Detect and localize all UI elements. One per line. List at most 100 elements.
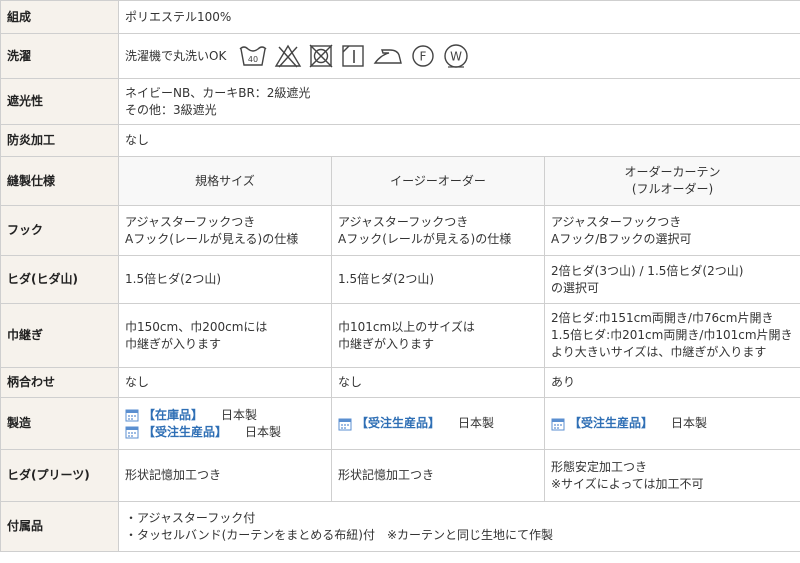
order-item: 【受注生産品】 日本製 [551, 415, 794, 432]
pattern-full: あり [543, 367, 800, 398]
blackout-value: ネイビーNB、カーキBR：2級遮光 その他：3級遮光 [117, 78, 800, 125]
col-full-order-line-1: オーダーカーテン [624, 165, 721, 179]
wash-40-icon: 40 [239, 46, 267, 66]
composition-label: 組成 [0, 0, 119, 34]
pleat-easy: 1.5倍ヒダ(2つ山) [331, 255, 545, 304]
product-spec-table: 組成 ポリエステル100% 洗濯 洗濯機で丸洗いOK 40 F W 遮光性 ネイ… [0, 0, 800, 552]
row-seam: 巾継ぎ 巾150cm、巾200cmには 巾継ぎが入ります 巾101cm以上のサイ… [0, 303, 800, 368]
line-dry-shade-icon [342, 45, 364, 67]
fireproof-value: なし [117, 124, 800, 157]
row-composition: 組成 ポリエステル100% [0, 0, 800, 34]
col-easy-order: イージーオーダー [331, 156, 545, 206]
seam-easy-line-2: 巾継ぎが入ります [338, 336, 435, 351]
hook-full-line-2: Aフック/Bフックの選択可 [551, 231, 692, 246]
pleat-full-line-2: の選択可 [551, 280, 600, 295]
wash-temp: 40 [248, 55, 258, 64]
accessories-line-2: ・タッセルバンド(カーテンをまとめる布紐)付 ※カーテンと同じ生地にて作製 [125, 527, 554, 542]
wet-clean-w-icon: W [444, 44, 468, 68]
dry-clean-f-icon: F [412, 45, 434, 67]
pleats-shape-full: 形態安定加工つき ※サイズによっては加工不可 [543, 449, 800, 502]
order-origin: 日本製 [671, 416, 708, 430]
blackout-line-1: ネイビーNB、カーキBR：2級遮光 [125, 85, 311, 100]
row-hook: フック アジャスターフックつき Aフック(レールが見える)の仕様 アジャスターフ… [0, 205, 800, 256]
seam-standard: 巾150cm、巾200cmには 巾継ぎが入ります [118, 303, 332, 368]
accessories-label: 付属品 [0, 501, 119, 552]
pleat-full: 2倍ヒダ(3つ山) / 1.5倍ヒダ(2つ山) の選択可 [543, 255, 800, 304]
order-item: 【受注生産品】 日本製 [338, 415, 538, 432]
blackout-label: 遮光性 [0, 78, 119, 125]
hook-standard: アジャスターフックつき Aフック(レールが見える)の仕様 [118, 205, 332, 256]
seam-standard-line-1: 巾150cm、巾200cmには [125, 319, 268, 334]
row-fireproof: 防炎加工 なし [0, 124, 800, 157]
order-tag: 【受注生産品】 [569, 416, 654, 430]
seam-easy-line-1: 巾101cm以上のサイズは [338, 319, 475, 334]
stock-origin: 日本製 [221, 407, 258, 422]
seam-full-line-1: 2倍ヒダ:巾151cm両開き/巾76cm片開き [551, 311, 774, 325]
order-origin: 日本製 [245, 424, 282, 439]
pleats-shape-standard: 形状記憶加工つき [118, 449, 332, 502]
row-pattern: 柄合わせ なし なし あり [0, 367, 800, 398]
row-pleats-shape: ヒダ(プリーツ) 形状記憶加工つき 形状記憶加工つき 形態安定加工つき ※サイズ… [0, 449, 800, 502]
order-item: 【受注生産品】 日本製 [125, 424, 325, 441]
accessories-line-1: ・アジャスターフック付 [125, 510, 256, 525]
stock-tag: 【在庫品】 [143, 407, 204, 422]
pleats-shape-full-line-2: ※サイズによっては加工不可 [551, 476, 704, 491]
calendar-icon [338, 418, 352, 430]
order-tag: 【受注生産品】 [143, 424, 228, 439]
stock-item: 【在庫品】 日本製 [125, 407, 325, 424]
svg-text:F: F [420, 50, 427, 64]
washing-value: 洗濯機で丸洗いOK [125, 48, 227, 63]
accessories-value: ・アジャスターフック付 ・タッセルバンド(カーテンをまとめる布紐)付 ※カーテン… [117, 501, 800, 552]
hook-easy-line-1: アジャスターフックつき [338, 214, 469, 229]
col-full-order: オーダーカーテン (フルオーダー) [543, 156, 800, 206]
seam-full-line-2: 1.5倍ヒダ:巾201cm両開き/巾101cm片開き [551, 328, 793, 342]
row-accessories: 付属品 ・アジャスターフック付 ・タッセルバンド(カーテンをまとめる布紐)付 ※… [0, 501, 800, 552]
manufacture-easy: 【受注生産品】 日本製 [331, 397, 545, 450]
care-icons: 40 F W [238, 42, 470, 70]
seam-full-line-3: より大きいサイズは、巾継ぎが入ります [551, 345, 767, 359]
washing-cell: 洗濯機で丸洗いOK 40 F W [117, 33, 800, 79]
row-manufacture: 製造 【在庫品】 日本製 【受注生産品】 日本製 【受注生産品】 日本製 【受注… [0, 397, 800, 450]
pleat-label: ヒダ(ヒダ山) [0, 255, 119, 304]
pattern-label: 柄合わせ [0, 367, 119, 398]
order-tag: 【受注生産品】 [356, 416, 441, 430]
pattern-easy: なし [331, 367, 545, 398]
pleat-standard: 1.5倍ヒダ(2つ山) [118, 255, 332, 304]
pattern-standard: なし [118, 367, 332, 398]
col-standard-size: 規格サイズ [118, 156, 332, 206]
calendar-icon [125, 409, 139, 422]
pleats-shape-label: ヒダ(プリーツ) [0, 449, 119, 502]
blackout-line-2: その他：3級遮光 [125, 102, 217, 117]
manufacture-standard: 【在庫品】 日本製 【受注生産品】 日本製 [118, 397, 332, 450]
seam-full: 2倍ヒダ:巾151cm両開き/巾76cm片開き 1.5倍ヒダ:巾201cm両開き… [543, 303, 800, 368]
no-bleach-icon [274, 44, 302, 68]
row-pleat: ヒダ(ヒダ山) 1.5倍ヒダ(2つ山) 1.5倍ヒダ(2つ山) 2倍ヒダ(3つ山… [0, 255, 800, 304]
hook-easy: アジャスターフックつき Aフック(レールが見える)の仕様 [331, 205, 545, 256]
pleats-shape-easy: 形状記憶加工つき [331, 449, 545, 502]
hook-easy-line-2: Aフック(レールが見える)の仕様 [338, 231, 512, 246]
calendar-icon [125, 426, 139, 439]
hook-standard-line-2: Aフック(レールが見える)の仕様 [125, 231, 299, 246]
hook-full: アジャスターフックつき Aフック/Bフックの選択可 [543, 205, 800, 256]
order-origin: 日本製 [458, 416, 495, 430]
manufacture-label: 製造 [0, 397, 119, 450]
sewing-label: 縫製仕様 [0, 156, 119, 206]
calendar-icon [551, 418, 565, 430]
hook-standard-line-1: アジャスターフックつき [125, 214, 256, 229]
iron-low-icon [373, 49, 403, 64]
svg-text:W: W [450, 50, 462, 64]
row-washing: 洗濯 洗濯機で丸洗いOK 40 F W [0, 33, 800, 79]
pleats-shape-full-line-1: 形態安定加工つき [551, 459, 648, 474]
seam-label: 巾継ぎ [0, 303, 119, 368]
row-sewing-header: 縫製仕様 規格サイズ イージーオーダー オーダーカーテン (フルオーダー) [0, 156, 800, 206]
row-blackout: 遮光性 ネイビーNB、カーキBR：2級遮光 その他：3級遮光 [0, 78, 800, 125]
hook-full-line-1: アジャスターフックつき [551, 214, 682, 229]
hook-label: フック [0, 205, 119, 256]
composition-value: ポリエステル100% [117, 0, 800, 34]
col-full-order-line-2: (フルオーダー) [631, 182, 714, 196]
washing-label: 洗濯 [0, 33, 119, 79]
manufacture-full: 【受注生産品】 日本製 [543, 397, 800, 450]
seam-standard-line-2: 巾継ぎが入ります [125, 336, 222, 351]
fireproof-label: 防炎加工 [0, 124, 119, 157]
no-tumble-dry-icon [309, 44, 333, 68]
